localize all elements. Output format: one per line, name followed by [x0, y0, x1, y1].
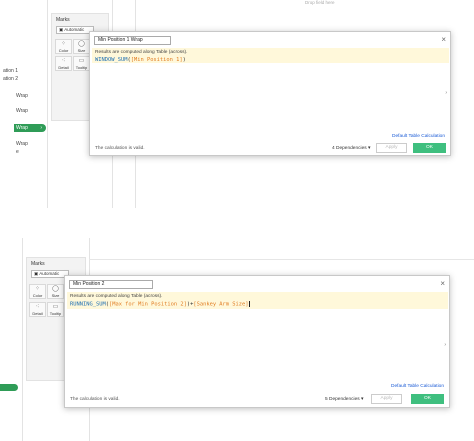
compute-note: Results are computed along Table (across…: [95, 50, 188, 55]
divider: [89, 259, 474, 260]
tooltip-icon: ▭: [78, 58, 85, 64]
ok-button[interactable]: OK: [411, 394, 444, 404]
color-label: Color: [32, 293, 43, 298]
formula-function: RUNNING_SUM: [70, 301, 106, 308]
scroll-arrow-icon[interactable]: ›: [444, 342, 446, 348]
mark-type-label: Automatic: [39, 271, 60, 276]
marks-title: Marks: [31, 261, 45, 267]
detail-icon: ⁖: [35, 304, 40, 310]
validation-status: The calculation is valid.: [95, 146, 145, 151]
sidebar-item[interactable]: ation 1: [3, 68, 18, 74]
default-table-calculation-link[interactable]: Default Table Calculation: [392, 134, 445, 139]
size-icon: ◯: [52, 286, 59, 292]
tooltip-label: Tooltip: [75, 65, 88, 70]
color-icon: ⁘: [60, 41, 67, 47]
drop-field-hint: Drop field here: [305, 0, 335, 5]
detail-button[interactable]: ⁖ Detail: [29, 302, 46, 317]
calculation-name-field[interactable]: Min Position 1 Wrap: [94, 36, 171, 45]
calculation-dialog: Min Position 1 Wrap × Results are comput…: [89, 31, 451, 156]
text-caret: [248, 301, 250, 307]
tooltip-button[interactable]: ▭ Tooltip: [47, 302, 64, 317]
top-screenshot: Drop field here ation 1 ation 2 Wrap Wra…: [0, 0, 474, 208]
color-label: Color: [58, 48, 69, 53]
color-button[interactable]: ⁘ Color: [55, 39, 72, 54]
formula-editor[interactable]: RUNNING_SUM([Max for Min Position 2])+[S…: [70, 301, 250, 308]
size-icon: ◯: [78, 41, 85, 47]
sidebar-item-label: Wrap: [16, 125, 28, 131]
paren-close: ): [182, 57, 186, 63]
formula-function: WINDOW_SUM: [95, 57, 128, 63]
sidebar-item-selected[interactable]: [0, 384, 18, 391]
detail-button[interactable]: ⁖ Detail: [55, 56, 72, 71]
sidebar-item[interactable]: Wrap: [16, 141, 28, 147]
dependencies-dropdown[interactable]: 5 Dependencies ▾: [325, 397, 363, 402]
bottom-screenshot: Marks ▣ Automatic ⁘ Color ◯ Size ⁖ Detail ▭…: [0, 238, 474, 441]
tooltip-label: Tooltip: [49, 311, 62, 316]
dependencies-dropdown[interactable]: 4 Dependencies ▾: [332, 146, 370, 151]
calculation-dialog: Min Position 2 × Results are computed al…: [64, 275, 450, 408]
sidebar-item[interactable]: e: [16, 149, 19, 155]
chevron-right-icon: ›: [40, 125, 42, 131]
formula-field: [Min Position 1]: [130, 57, 183, 63]
size-label: Size: [77, 48, 86, 53]
sidebar-item-selected[interactable]: Wrap ›: [14, 124, 46, 132]
scroll-arrow-icon[interactable]: ›: [445, 90, 447, 96]
compute-note: Results are computed along Table (across…: [70, 294, 163, 299]
formula-editor[interactable]: WINDOW_SUM([Min Position 1]): [95, 57, 186, 63]
marks-title: Marks: [56, 17, 70, 23]
sidebar-item[interactable]: Wrap: [16, 108, 28, 114]
size-label: Size: [51, 293, 60, 298]
sidebar-item[interactable]: ation 2: [3, 76, 18, 82]
tooltip-icon: ▭: [52, 304, 59, 310]
calculation-name-field[interactable]: Min Position 2: [69, 280, 153, 289]
formula-field: [Sankey Arm Size]: [193, 301, 249, 308]
color-icon: ⁘: [34, 286, 41, 292]
size-button[interactable]: ◯ Size: [47, 284, 64, 299]
mark-type-label: Automatic: [64, 27, 85, 32]
close-icon[interactable]: ×: [440, 280, 445, 288]
ok-button[interactable]: OK: [413, 143, 446, 153]
color-button[interactable]: ⁘ Color: [29, 284, 46, 299]
tooltip-button[interactable]: ▭ Tooltip: [73, 56, 90, 71]
divider: [47, 0, 48, 208]
validation-status: The calculation is valid.: [70, 397, 120, 402]
detail-label: Detail: [32, 311, 43, 316]
size-button[interactable]: ◯ Size: [73, 39, 90, 54]
formula-field: [Max for Min Position 2]: [108, 301, 187, 308]
sidebar-item[interactable]: Wrap: [16, 93, 28, 99]
detail-label: Detail: [58, 65, 69, 70]
apply-button[interactable]: Apply: [371, 394, 402, 404]
divider: [22, 238, 23, 441]
close-icon[interactable]: ×: [441, 36, 446, 44]
apply-button[interactable]: Apply: [376, 143, 407, 153]
default-table-calculation-link[interactable]: Default Table Calculation: [391, 384, 444, 389]
detail-icon: ⁖: [61, 58, 66, 64]
